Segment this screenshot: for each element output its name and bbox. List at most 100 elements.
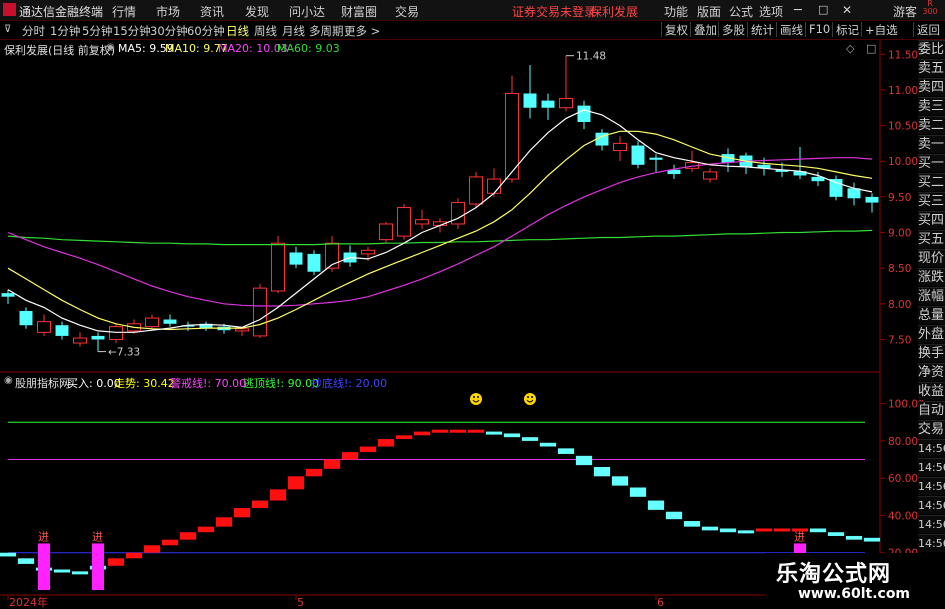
- candle-body: [127, 323, 141, 332]
- sidebar-label: 14:56: [918, 515, 945, 533]
- menu-item-discover[interactable]: 发现: [245, 3, 269, 20]
- candle-body: [217, 326, 231, 331]
- trend-bar: [701, 526, 719, 531]
- tf-15min[interactable]: 15分钟: [113, 23, 151, 39]
- x-tick-label: 5: [297, 596, 304, 609]
- tf-intraday[interactable]: 分时: [22, 23, 45, 39]
- y-tick-label: 7.50: [888, 334, 911, 346]
- btn-overlay[interactable]: 叠加: [690, 22, 717, 37]
- tf-1min[interactable]: 1分钟: [50, 23, 80, 39]
- candle-body: [595, 132, 609, 146]
- candle-body: [505, 92, 519, 180]
- trend-bar: [395, 435, 413, 440]
- maximize-icon[interactable]: □: [818, 3, 828, 16]
- candle-body: [361, 249, 375, 255]
- tf-multi[interactable]: 多周期: [309, 23, 344, 39]
- menu-item-news[interactable]: 资讯: [200, 3, 224, 20]
- login-status[interactable]: 证券交易未登录: [512, 3, 596, 20]
- close-icon[interactable]: ✕: [842, 3, 852, 17]
- btn-back[interactable]: 返回: [913, 22, 940, 37]
- guest-label[interactable]: 游客: [893, 3, 917, 20]
- smiley-eye: [531, 396, 533, 398]
- ma10-line: [7, 130, 873, 331]
- trend-bar: [557, 448, 575, 454]
- menu-item-wealth[interactable]: 财富圈: [341, 3, 377, 20]
- candle-body: [541, 100, 555, 108]
- candle-body: [757, 164, 771, 169]
- app-logo-icon: [3, 3, 16, 16]
- trend-bar: [431, 429, 449, 433]
- menu-item-formula[interactable]: 公式: [729, 3, 753, 20]
- trend-bar: [503, 433, 521, 438]
- panel-close-icon[interactable]: □: [866, 42, 876, 55]
- smiley-eye: [473, 396, 475, 398]
- y-tick-label: 40.00: [888, 510, 918, 522]
- trend-bar: [611, 476, 629, 486]
- trend-bar: [521, 437, 539, 441]
- watermark-text: 乐淘公式网: [776, 562, 892, 587]
- smiley-icon: [470, 393, 482, 405]
- tf-monthly[interactable]: 月线: [282, 23, 305, 39]
- smiley-icon: [524, 393, 536, 405]
- tf-30min[interactable]: 30分钟: [150, 23, 188, 39]
- btn-stats[interactable]: 统计: [747, 22, 774, 37]
- settings-icon[interactable]: ◉: [106, 42, 115, 53]
- corner-n: 300: [922, 7, 938, 16]
- candle-body: [739, 155, 753, 167]
- trend-bar: [665, 511, 683, 520]
- sidebar-label: 14:56: [918, 458, 945, 476]
- entry-signal-bar: [38, 543, 50, 590]
- candle-body: [343, 252, 357, 263]
- y-tick-label: 10.00: [888, 156, 918, 168]
- smiley-mouth: [526, 399, 534, 403]
- y-tick-label: 11.00: [888, 85, 918, 97]
- panel-expand-icon[interactable]: ◇: [846, 42, 854, 55]
- candle-body: [613, 142, 627, 152]
- candle-body: [649, 157, 663, 160]
- candle-body: [775, 169, 789, 172]
- candle-body: [289, 252, 303, 265]
- menu-item-market[interactable]: 市场: [156, 3, 180, 20]
- tf-daily[interactable]: 日线: [226, 23, 249, 39]
- menu-item-ask[interactable]: 问小达: [289, 3, 325, 20]
- sidebar-label: 卖三: [918, 97, 945, 115]
- sidebar-label: 交易: [918, 420, 945, 438]
- sidebar-label: 自动: [918, 401, 945, 419]
- ind-bottom-label: 抄底线!: 20.00: [311, 377, 388, 390]
- sidebar-label: 买四: [918, 211, 945, 229]
- tf-5min[interactable]: 5分钟: [82, 23, 112, 39]
- dropdown-icon[interactable]: ⊽: [4, 24, 11, 35]
- tf-weekly[interactable]: 周线: [254, 23, 277, 39]
- menu-item-layout[interactable]: 版面: [697, 3, 721, 20]
- sidebar-label: 涨跌: [918, 268, 945, 286]
- sidebar-label: 14:56: [918, 439, 945, 457]
- menu-item-options[interactable]: 选项: [759, 3, 783, 20]
- y-tick-label: 60.00: [888, 473, 918, 485]
- trend-bar: [251, 500, 269, 508]
- sidebar-label: 14:56: [918, 534, 945, 552]
- trend-bar: [737, 530, 755, 534]
- tf-60min[interactable]: 60分钟: [187, 23, 225, 39]
- btn-add-watchlist[interactable]: +自选: [861, 22, 898, 37]
- trend-bar: [143, 545, 161, 553]
- btn-multi-stock[interactable]: 多股: [718, 22, 745, 37]
- candle-body: [559, 97, 573, 109]
- menu-item-quotes[interactable]: 行情: [112, 3, 136, 20]
- menu-item-function[interactable]: 功能: [664, 3, 688, 20]
- main-panel-title: 保利发展(日线 前复权): [4, 44, 116, 57]
- indicator-settings-icon[interactable]: ◉: [4, 375, 13, 386]
- btn-f10[interactable]: F10: [805, 22, 830, 37]
- btn-adjust[interactable]: 复权: [661, 22, 688, 37]
- tf-more[interactable]: 更多 >: [344, 23, 380, 39]
- minimize-icon[interactable]: ─: [794, 3, 802, 18]
- candle-body: [55, 325, 69, 336]
- trend-bar: [827, 532, 845, 536]
- btn-draw[interactable]: 画线: [776, 22, 803, 37]
- trend-bar: [647, 500, 665, 510]
- candle-body: [433, 221, 447, 226]
- menu-item-trade[interactable]: 交易: [395, 3, 419, 20]
- y-tick-label: 80.00: [888, 436, 918, 448]
- trend-bar: [845, 535, 863, 540]
- candle-body: [145, 317, 159, 328]
- btn-mark[interactable]: 标记: [832, 22, 859, 37]
